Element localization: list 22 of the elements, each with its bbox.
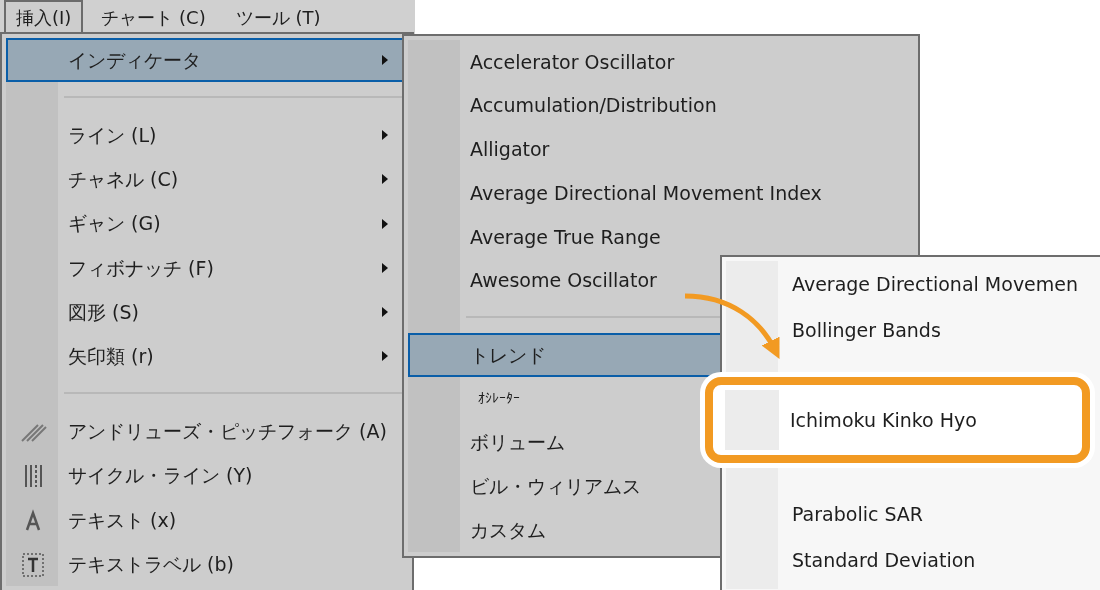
- menu-item[interactable]: 矢印類 (r): [6, 334, 408, 379]
- menu-item[interactable]: 図形 (S): [6, 289, 408, 335]
- menu-item[interactable]: Accumulation/Distribution: [408, 83, 914, 128]
- menu-bar-item[interactable]: ツール (T): [223, 0, 333, 34]
- menu-item[interactable]: サイクル・ライン (Y): [6, 453, 408, 498]
- menu-item[interactable]: Parabolic SAR: [726, 491, 1098, 537]
- menu-item-label[interactable]: Ichimoku Kinko Hyo: [790, 405, 977, 435]
- menu-item[interactable]: チャネル (C): [6, 157, 408, 202]
- menu-item[interactable]: ライン (L): [6, 113, 408, 158]
- menu-item[interactable]: アンドリューズ・ピッチフォーク (A): [6, 409, 408, 454]
- menu-item[interactable]: テキストラベル (b): [6, 541, 408, 587]
- menu-item[interactable]: テキスト (x): [6, 497, 408, 542]
- menu-item[interactable]: Accelerator Oscillator: [408, 40, 914, 84]
- menu-bar-item[interactable]: 挿入(I): [4, 0, 84, 34]
- menu-item[interactable]: フィボナッチ (F): [6, 245, 408, 290]
- menu-item[interactable]: Average Directional Movemen: [726, 261, 1098, 307]
- menu-item[interactable]: Standard Deviation: [726, 537, 1098, 583]
- menu-item[interactable]: Average Directional Movement Index: [408, 171, 914, 215]
- menu-item[interactable]: ギャン (G): [6, 201, 408, 246]
- menu-item[interactable]: Average True Range: [408, 214, 914, 259]
- menu-bar-item[interactable]: チャート (C): [89, 0, 218, 34]
- menu-item[interactable]: Alligator: [408, 127, 914, 172]
